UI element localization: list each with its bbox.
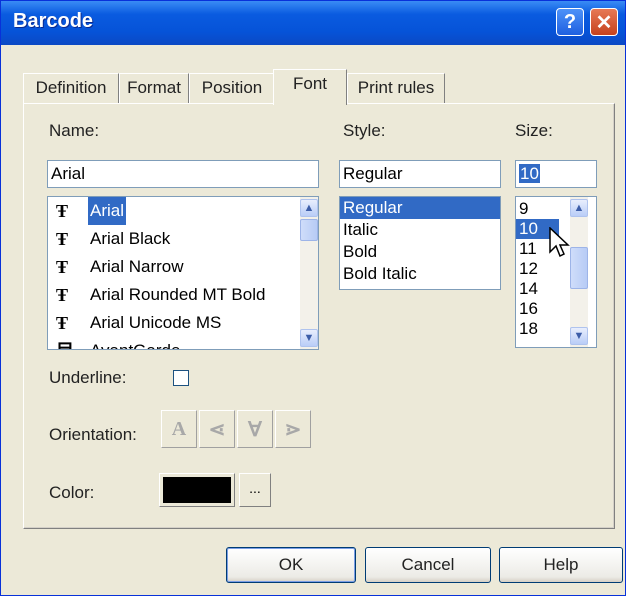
- name-label: Name:: [49, 121, 100, 140]
- font-list-item-label: Arial Rounded MT Bold: [90, 285, 266, 304]
- font-list-item[interactable]: 目 AvantGarde: [48, 337, 300, 349]
- style-list-item[interactable]: Italic: [340, 219, 500, 241]
- size-list-item[interactable]: 12: [516, 259, 559, 279]
- truetype-icon: Ŧ: [56, 285, 69, 305]
- orientation-180-button[interactable]: ∀: [237, 410, 273, 448]
- tab-print-rules[interactable]: Print rules: [347, 73, 445, 103]
- tab-format[interactable]: Format: [119, 73, 189, 103]
- font-name-list[interactable]: Ŧ Arial Ŧ Arial Black Ŧ Arial Narrow Ŧ Arial Ro…: [47, 196, 319, 350]
- font-style-list[interactable]: Regular Italic Bold Bold Italic: [339, 196, 501, 290]
- size-label: Size:: [515, 121, 553, 140]
- font-size-value: 10: [519, 164, 540, 183]
- font-list-item[interactable]: Ŧ Arial Black: [48, 225, 300, 253]
- color-picker-button[interactable]: ...: [239, 473, 271, 507]
- font-name-items: Ŧ Arial Ŧ Arial Black Ŧ Arial Narrow Ŧ Arial Ro…: [48, 197, 300, 349]
- color-swatch[interactable]: [159, 473, 235, 507]
- style-list-item[interactable]: Regular: [340, 197, 500, 219]
- font-list-item[interactable]: Ŧ Arial: [48, 197, 300, 225]
- truetype-icon: Ŧ: [56, 229, 69, 249]
- size-list-item[interactable]: 18: [516, 319, 559, 339]
- font-style-input[interactable]: Regular: [339, 160, 501, 188]
- font-name-input[interactable]: Arial: [47, 160, 319, 188]
- underline-label: Underline:: [49, 368, 127, 387]
- size-list-item[interactable]: 14: [516, 279, 559, 299]
- cancel-button[interactable]: Cancel: [365, 547, 491, 583]
- scroll-down-icon[interactable]: ▼: [570, 327, 588, 345]
- tab-definition[interactable]: Definition: [23, 73, 119, 103]
- scroll-down-icon[interactable]: ▼: [300, 329, 318, 347]
- truetype-icon: Ŧ: [56, 313, 69, 333]
- orientation-270-button[interactable]: ⋗: [275, 410, 311, 448]
- scroll-up-icon[interactable]: ▲: [570, 199, 588, 217]
- font-list-item-label: Arial Black: [90, 229, 171, 248]
- font-size-items: 9 10 11 12 14 16 18: [516, 199, 562, 339]
- font-list-item[interactable]: Ŧ Arial Rounded MT Bold: [48, 281, 300, 309]
- style-list-item[interactable]: Bold Italic: [340, 263, 500, 285]
- truetype-icon: Ŧ: [56, 257, 69, 277]
- close-icon[interactable]: ✕: [590, 8, 618, 36]
- truetype-icon: Ŧ: [56, 201, 69, 221]
- size-list-scrollbar[interactable]: ▲ ▼: [570, 197, 588, 347]
- underline-checkbox[interactable]: [173, 370, 189, 386]
- font-style-items: Regular Italic Bold Bold Italic: [340, 197, 500, 285]
- help-icon[interactable]: ?: [556, 8, 584, 36]
- orientation-90-button[interactable]: ⋖: [199, 410, 235, 448]
- barcode-dialog: Barcode ? ✕ Definition Format Position F…: [0, 0, 626, 596]
- mouse-cursor-icon: [549, 227, 570, 258]
- style-list-item[interactable]: Bold: [340, 241, 500, 263]
- scroll-thumb[interactable]: [300, 219, 318, 241]
- orientation-label: Orientation:: [49, 425, 137, 444]
- printer-font-icon: 目: [56, 337, 74, 349]
- style-label: Style:: [343, 121, 386, 140]
- ok-button[interactable]: OK: [226, 547, 356, 583]
- font-list-scrollbar[interactable]: ▲ ▼: [300, 197, 318, 349]
- font-list-item-label: Arial Unicode MS: [90, 313, 222, 332]
- help-button[interactable]: Help: [499, 547, 623, 583]
- scroll-thumb[interactable]: [570, 247, 588, 289]
- color-label: Color:: [49, 483, 95, 502]
- scroll-up-icon[interactable]: ▲: [300, 199, 318, 217]
- color-swatch-fill: [163, 477, 231, 503]
- size-list-item[interactable]: 16: [516, 299, 559, 319]
- font-size-input[interactable]: 10: [515, 160, 597, 188]
- title-bar[interactable]: Barcode ? ✕: [1, 1, 625, 45]
- font-list-item[interactable]: Ŧ Arial Narrow: [48, 253, 300, 281]
- size-list-item[interactable]: 9: [516, 199, 559, 219]
- window-title: Barcode: [13, 10, 94, 32]
- font-list-item-label: AvantGarde: [88, 337, 182, 349]
- font-size-list[interactable]: 9 10 11 12 14 16 18 ▲ ▼: [515, 196, 597, 348]
- tab-position[interactable]: Position: [189, 73, 275, 103]
- font-list-item-label: Arial: [88, 197, 127, 225]
- font-list-item-label: Arial Narrow: [90, 257, 184, 276]
- font-list-item[interactable]: Ŧ Arial Unicode MS: [48, 309, 300, 337]
- orientation-0-button[interactable]: A: [161, 410, 197, 448]
- tab-font[interactable]: Font: [273, 69, 347, 105]
